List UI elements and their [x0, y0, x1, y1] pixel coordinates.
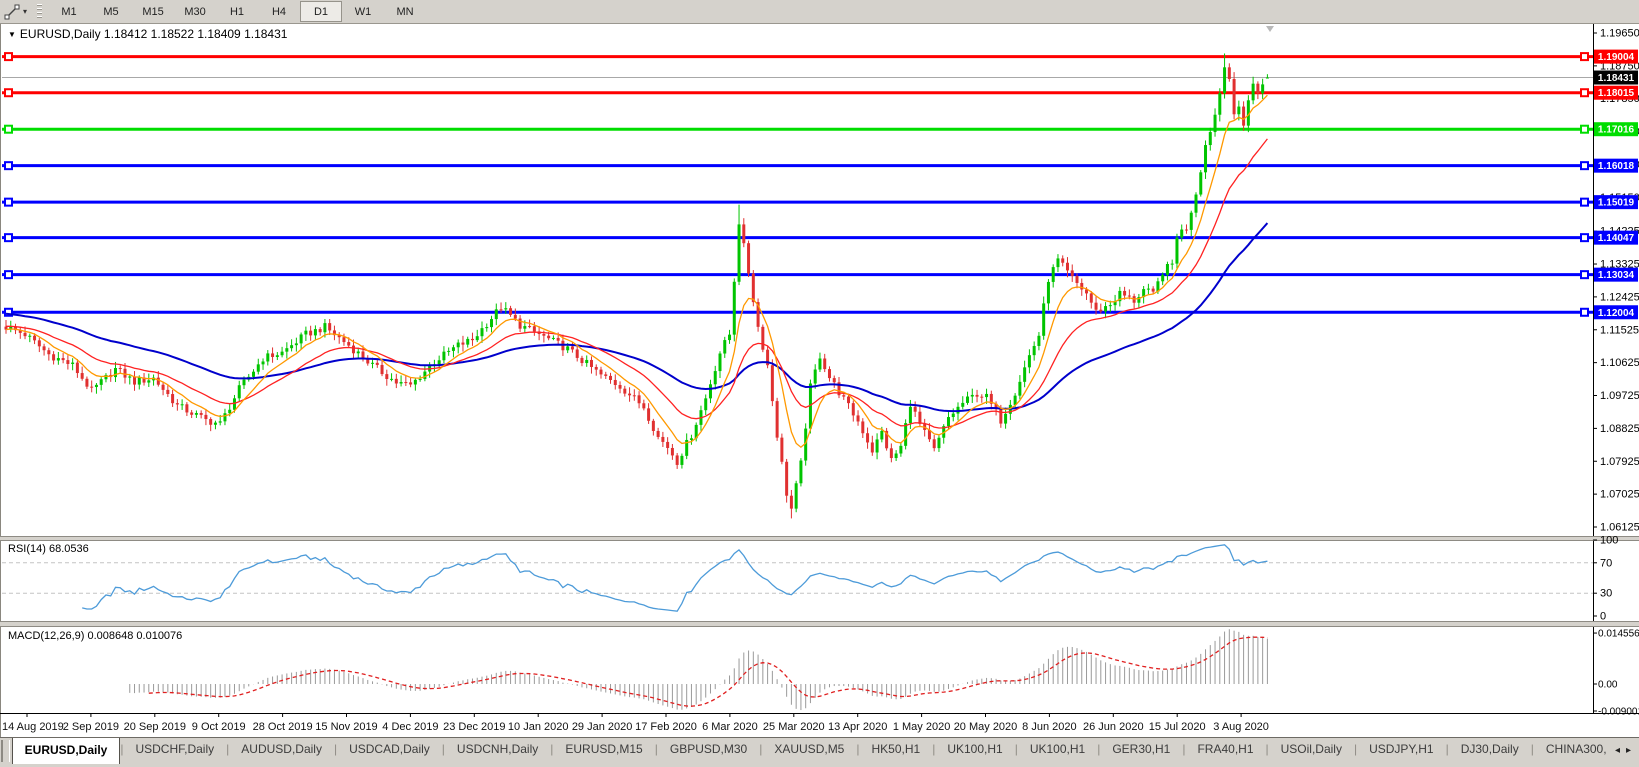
svg-text:1.10625: 1.10625 [1600, 357, 1639, 369]
svg-text:1.12004: 1.12004 [1598, 308, 1635, 319]
svg-text:0: 0 [1600, 611, 1606, 623]
svg-text:1.07925: 1.07925 [1600, 456, 1639, 468]
svg-text:1.09725: 1.09725 [1600, 390, 1639, 402]
timeframe-button-m5[interactable]: M5 [90, 1, 132, 22]
svg-text:9 Oct 2019: 9 Oct 2019 [192, 721, 246, 733]
svg-text:15 Jul 2020: 15 Jul 2020 [1149, 721, 1206, 733]
tab-uk100-h1-10[interactable]: UK100,H1 [1018, 738, 1097, 763]
svg-text:1.17016: 1.17016 [1598, 125, 1635, 136]
svg-text:100: 100 [1600, 535, 1618, 547]
tab-usdchf-daily-1[interactable]: USDCHF,Daily [123, 738, 226, 763]
tab-usoil-daily-13[interactable]: USOil,Daily [1269, 738, 1354, 763]
svg-text:1.13034: 1.13034 [1598, 270, 1635, 281]
svg-text:1.16018: 1.16018 [1598, 161, 1635, 172]
svg-text:1.19004: 1.19004 [1598, 52, 1635, 63]
svg-text:25 Mar 2020: 25 Mar 2020 [763, 721, 825, 733]
svg-text:20 May 2020: 20 May 2020 [954, 721, 1018, 733]
svg-text:1.12425: 1.12425 [1600, 291, 1639, 303]
svg-text:4 Dec 2019: 4 Dec 2019 [382, 721, 438, 733]
svg-text:23 Dec 2019: 23 Dec 2019 [443, 721, 505, 733]
svg-text:13 Apr 2020: 13 Apr 2020 [828, 721, 887, 733]
svg-text:1.19650: 1.19650 [1600, 28, 1639, 40]
svg-text:-0.009001: -0.009001 [1598, 707, 1639, 718]
svg-text:20 Sep 2019: 20 Sep 2019 [124, 721, 186, 733]
timeframe-button-mn[interactable]: MN [384, 1, 426, 22]
svg-text:14 Aug 2019: 14 Aug 2019 [2, 721, 64, 733]
tab-xauusd-m5-7[interactable]: XAUUSD,M5 [762, 738, 856, 763]
timeframe-button-m15[interactable]: M15 [132, 1, 174, 22]
timeframe-button-h4[interactable]: H4 [258, 1, 300, 22]
tab-scroll-left-icon[interactable]: ◂ [1615, 745, 1620, 756]
chevron-down-icon[interactable]: ▾ [23, 7, 27, 16]
svg-text:28 Oct 2019: 28 Oct 2019 [253, 721, 313, 733]
tab-gbpusd-m30-6[interactable]: GBPUSD,M30 [658, 738, 759, 763]
tab-fra40-h1-12[interactable]: FRA40,H1 [1185, 738, 1265, 763]
tab-eurusd-daily-0[interactable]: EURUSD,Daily [12, 738, 121, 764]
svg-text:1.11525: 1.11525 [1600, 324, 1639, 336]
tab-dj30-daily-15[interactable]: DJ30,Daily [1449, 738, 1531, 763]
tab-ger30-h1-11[interactable]: GER30,H1 [1100, 738, 1182, 763]
tab-scroll-buttons: ◂ ▸ [1607, 738, 1639, 762]
trendline-tool-icon [4, 4, 20, 20]
svg-text:0.00: 0.00 [1598, 680, 1618, 691]
tab-usdcnh-daily-4[interactable]: USDCNH,Daily [445, 738, 550, 763]
svg-text:17 Feb 2020: 17 Feb 2020 [635, 721, 697, 733]
svg-text:8 Jun 2020: 8 Jun 2020 [1022, 721, 1076, 733]
svg-text:1.14047: 1.14047 [1598, 233, 1635, 244]
svg-text:26 Jun 2020: 26 Jun 2020 [1083, 721, 1144, 733]
svg-text:1.06125: 1.06125 [1600, 522, 1639, 534]
svg-text:1.18015: 1.18015 [1598, 88, 1635, 99]
tab-audusd-daily-2[interactable]: AUDUSD,Daily [229, 738, 334, 763]
svg-text:15 Nov 2019: 15 Nov 2019 [315, 721, 377, 733]
tab-usdjpy-h1-14[interactable]: USDJPY,H1 [1357, 738, 1445, 763]
timeframe-button-m30[interactable]: M30 [174, 1, 216, 22]
timeframe-button-w1[interactable]: W1 [342, 1, 384, 22]
chart-tab-bar: EURUSD,Daily|USDCHF,Daily|AUDUSD,Daily|U… [0, 737, 1639, 767]
tab-hk50-h1-8[interactable]: HK50,H1 [859, 738, 932, 763]
svg-text:1 May 2020: 1 May 2020 [893, 721, 950, 733]
svg-text:3 Aug 2020: 3 Aug 2020 [1213, 721, 1269, 733]
toolbar-grip[interactable] [37, 4, 42, 20]
tabbar-grip[interactable] [1, 740, 10, 762]
top-toolbar: ▾ M1M5M15M30H1H4D1W1MN [0, 0, 1639, 24]
tab-scroll-right-icon[interactable]: ▸ [1626, 745, 1631, 756]
tab-eurusd-m15-5[interactable]: EURUSD,M15 [553, 738, 654, 763]
svg-text:6 Mar 2020: 6 Mar 2020 [702, 721, 758, 733]
svg-text:0.014556: 0.014556 [1598, 629, 1639, 640]
svg-text:1.07025: 1.07025 [1600, 489, 1639, 501]
svg-text:30: 30 [1600, 588, 1612, 600]
svg-text:1.15019: 1.15019 [1598, 198, 1635, 209]
svg-text:10 Jan 2020: 10 Jan 2020 [508, 721, 569, 733]
svg-text:29 Jan 2020: 29 Jan 2020 [572, 721, 633, 733]
tab-china300-h4-16[interactable]: CHINA300,H4 [1534, 738, 1607, 763]
tab-uk100-h1-9[interactable]: UK100,H1 [935, 738, 1014, 763]
timeframe-button-m1[interactable]: M1 [48, 1, 90, 22]
draw-tool-group[interactable]: ▾ [0, 1, 31, 23]
timeframe-buttons: M1M5M15M30H1H4D1W1MN [48, 1, 426, 22]
svg-text:70: 70 [1600, 557, 1612, 569]
tab-usdcad-daily-3[interactable]: USDCAD,Daily [337, 738, 442, 763]
svg-text:1.18431: 1.18431 [1598, 73, 1635, 84]
svg-text:1.08825: 1.08825 [1600, 423, 1639, 435]
svg-text:2 Sep 2019: 2 Sep 2019 [63, 721, 119, 733]
timeframe-button-d1[interactable]: D1 [300, 1, 342, 22]
chart-tabs: EURUSD,Daily|USDCHF,Daily|AUDUSD,Daily|U… [12, 738, 1607, 764]
timeframe-button-h1[interactable]: H1 [216, 1, 258, 22]
chart-canvas[interactable]: 1.196501.187501.178501.169501.160501.151… [0, 0, 1639, 766]
